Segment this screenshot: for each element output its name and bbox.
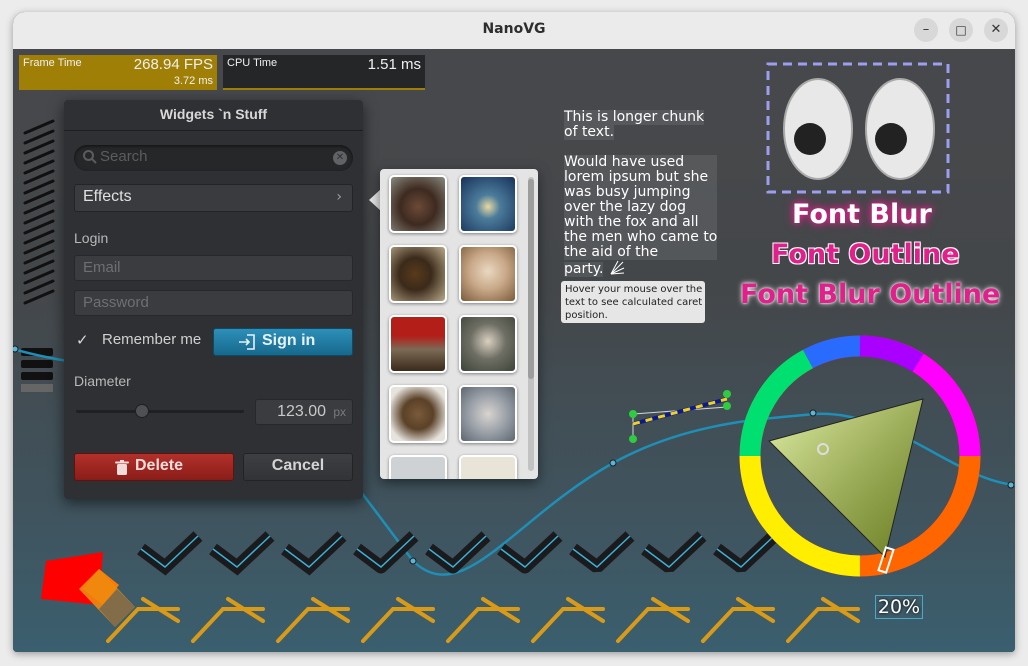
diameter-value: 123.00 <box>277 403 326 420</box>
frame-time-label: Frame Time <box>23 57 82 69</box>
chevron-right-icon: › <box>336 189 342 205</box>
cancel-button[interactable]: Cancel <box>243 453 353 481</box>
window-title: NanoVG <box>482 21 546 37</box>
sign-in-button[interactable]: Sign in <box>213 328 353 356</box>
delete-label: Delete <box>135 457 184 474</box>
diameter-unit: px <box>333 405 346 419</box>
thumbnail-9[interactable] <box>389 455 447 479</box>
demo-canvas[interactable]: Frame Time 268.94 FPS 3.72 ms CPU Time 1… <box>13 49 1015 652</box>
clear-search-icon[interactable]: ✕ <box>333 151 347 165</box>
paragraph-heading[interactable]: This is longer chunk of text. <box>564 109 705 140</box>
font-outline-text: Font Outline <box>771 239 960 270</box>
paragraph-line: This is longer chunk <box>564 109 705 125</box>
login-icon <box>239 334 255 350</box>
color-percent-label: 20% <box>875 595 923 619</box>
password-field[interactable]: Password <box>74 290 353 316</box>
paragraph-line: lorem ipsum but she <box>564 170 718 185</box>
paragraph-line: over the lazy dog <box>564 200 718 215</box>
jellyfish-thumbnail[interactable] <box>459 175 517 233</box>
diameter-input[interactable]: 123.00 px <box>255 399 353 425</box>
password-placeholder: Password <box>83 294 149 311</box>
eyes-widget <box>766 62 950 194</box>
turtle-thumbnail[interactable] <box>389 385 447 443</box>
maximize-button[interactable]: □ <box>949 18 973 42</box>
cpu-time-label: CPU Time <box>227 57 278 69</box>
minimize-button[interactable]: – <box>914 18 938 42</box>
cpu-time-value: 1.51 ms <box>367 56 421 73</box>
login-label: Login <box>74 230 109 246</box>
caret-samples <box>106 597 860 643</box>
frame-time-graph: Frame Time 268.94 FPS 3.72 ms <box>19 55 217 90</box>
image-thumbnails-popup[interactable] <box>380 169 538 479</box>
email-placeholder: Email <box>83 259 121 276</box>
lemur-thumbnail[interactable] <box>459 315 517 373</box>
delete-button[interactable]: Delete <box>74 453 234 481</box>
paragraph-line: with the fox and all <box>564 215 718 230</box>
caret-tooltip: Hover your mouse over the text to see ca… <box>561 281 705 323</box>
cpu-graph-baseline <box>223 88 425 90</box>
caret-sparkle-icon <box>610 260 625 275</box>
line-join-samples <box>137 531 779 576</box>
paragraph-line: of text. <box>564 124 615 140</box>
font-blur-outline-text: Font Blur Outline <box>740 279 1001 310</box>
shrew-thumbnail[interactable] <box>389 245 447 303</box>
panel-divider <box>64 130 363 131</box>
title-bar[interactable]: NanoVG – □ ✕ <box>13 12 1015 50</box>
widgets-panel: Widgets `n Stuff Search ✕ Effects › Logi… <box>64 100 363 499</box>
slider-knob[interactable] <box>135 404 149 418</box>
paragraph-line: Would have used <box>564 155 718 170</box>
search-box[interactable]: Search ✕ <box>74 145 353 171</box>
trash-icon <box>115 460 129 475</box>
nanovg-window: NanoVG – □ ✕ Frame Time 268.94 FPS 3.72 … <box>13 12 1015 652</box>
sign-in-label: Sign in <box>262 332 316 349</box>
thumbnails-scrollbar[interactable] <box>528 177 534 471</box>
diameter-label: Diameter <box>74 373 131 389</box>
mouse-thumbnail[interactable] <box>459 385 517 443</box>
font-blur-text: Font Blur <box>792 199 932 230</box>
scrollbar-thumb[interactable] <box>528 179 534 379</box>
paragraph-line: the men who came to <box>564 229 718 245</box>
diameter-slider[interactable] <box>76 410 244 413</box>
fps-value: 268.94 FPS <box>133 56 213 73</box>
remember-me-label[interactable]: Remember me <box>102 331 201 348</box>
rabbit-thumbnail[interactable] <box>459 245 517 303</box>
color-wheel <box>739 335 981 577</box>
stroke-width-lines <box>23 119 55 305</box>
paragraph-line: was busy jumping <box>564 185 718 200</box>
effects-dropdown[interactable]: Effects › <box>74 184 353 212</box>
paragraph-line: the aid of the <box>564 245 718 260</box>
cat-thumbnail[interactable] <box>389 315 447 373</box>
frame-ms-value: 3.72 ms <box>173 75 213 87</box>
search-icon <box>83 150 97 164</box>
search-placeholder: Search <box>100 148 148 165</box>
panel-title: Widgets `n Stuff <box>159 106 268 122</box>
close-button[interactable]: ✕ <box>984 18 1008 42</box>
email-field[interactable]: Email <box>74 255 353 281</box>
cpu-time-graph: CPU Time 1.51 ms <box>223 55 425 90</box>
cancel-label: Cancel <box>271 457 325 474</box>
paragraph-body[interactable]: Would have used lorem ipsum but she was … <box>564 155 718 277</box>
tooltip-text: Hover your mouse over the text to see ca… <box>565 284 703 321</box>
remember-checkbox[interactable]: ✓ <box>76 332 92 348</box>
dog-thumbnail[interactable] <box>389 175 447 233</box>
effects-label: Effects <box>83 188 132 205</box>
paragraph-line: party. <box>564 261 604 277</box>
thumbnail-10[interactable] <box>459 455 517 479</box>
